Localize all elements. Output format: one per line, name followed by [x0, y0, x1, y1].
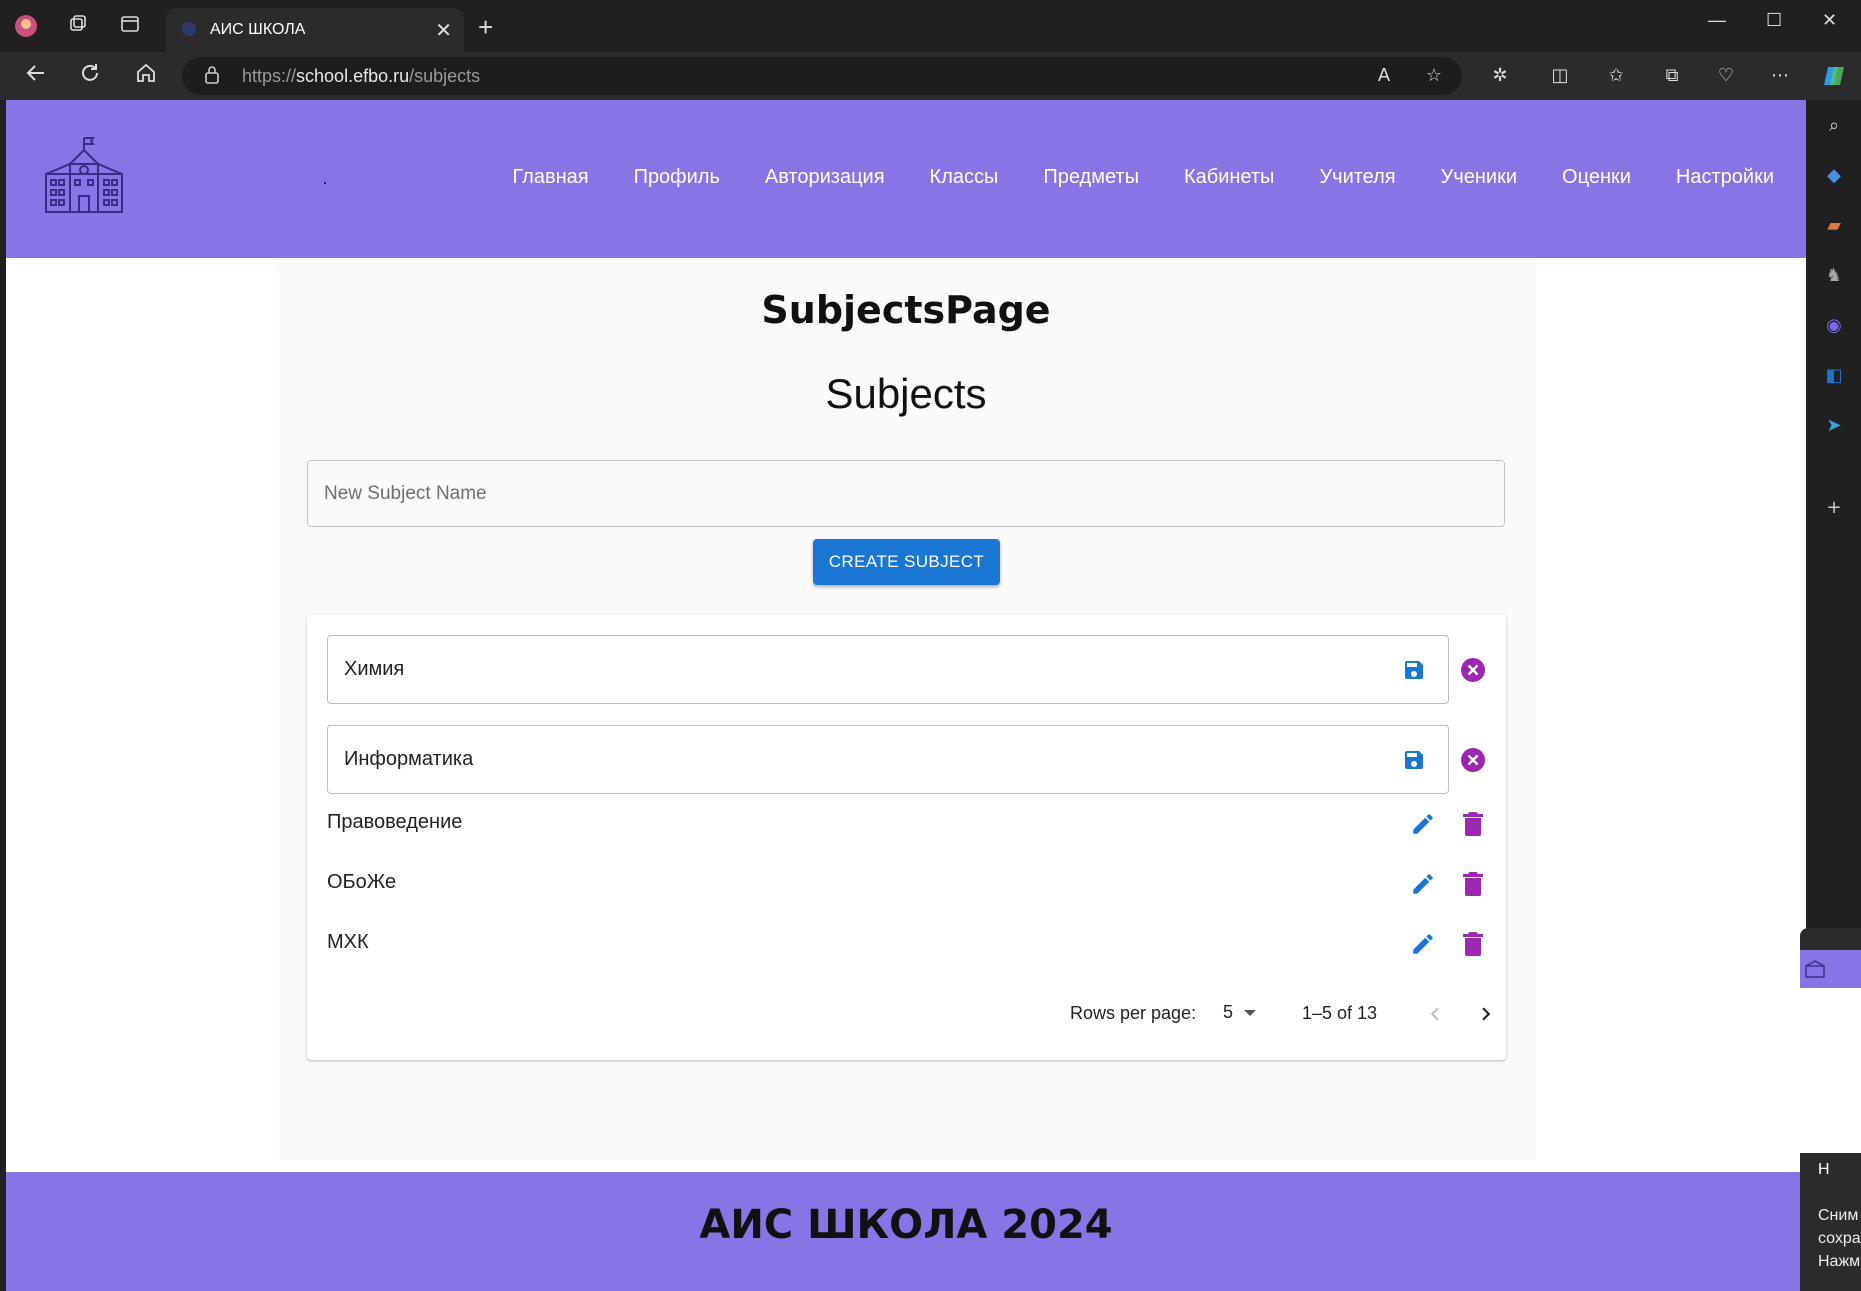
- save-icon[interactable]: [1402, 748, 1426, 772]
- school-logo-icon: [1805, 960, 1825, 978]
- subject-name-label: Правоведение: [327, 811, 463, 833]
- minimize-icon[interactable]: —: [1708, 10, 1726, 31]
- copilot-icon[interactable]: [1822, 64, 1846, 88]
- url-scheme: https://: [242, 66, 297, 86]
- back-icon[interactable]: [22, 62, 50, 90]
- split-screen-icon[interactable]: ◫: [1548, 64, 1572, 88]
- lock-icon[interactable]: [204, 65, 220, 85]
- delete-trash-icon[interactable]: [1462, 811, 1484, 837]
- notification-thumbnail-header: [1800, 928, 1861, 950]
- add-sidebar-app-icon[interactable]: +: [1822, 496, 1846, 520]
- page-title: SubjectsPage: [761, 288, 1051, 332]
- subject-name-label: ОБоЖе: [327, 871, 397, 893]
- tab-favicon-icon: [182, 22, 196, 36]
- nav-settings[interactable]: Настройки: [1676, 166, 1774, 189]
- nav-subjects[interactable]: Предметы: [1043, 166, 1139, 189]
- notification-line: сохра: [1818, 1230, 1861, 1247]
- page-viewport: Главная Профиль Авторизация Классы Предм…: [6, 100, 1806, 1291]
- home-icon[interactable]: [132, 62, 160, 90]
- subject-edit-row: [327, 635, 1449, 704]
- search-icon[interactable]: ⌕: [1822, 114, 1846, 138]
- save-icon[interactable]: [1402, 658, 1426, 682]
- pagination-range: 1–5 of 13: [1302, 1003, 1378, 1023]
- nav-classes[interactable]: Классы: [930, 166, 999, 189]
- telegram-icon[interactable]: ➤: [1822, 414, 1846, 438]
- new-tab-icon[interactable]: +: [478, 12, 493, 43]
- refresh-icon[interactable]: [76, 62, 104, 90]
- main-nav: Главная Профиль Авторизация Классы Предм…: [512, 166, 1774, 189]
- browser-tabbar: АИС ШКОЛА ✕ + — ☐ ✕: [0, 0, 1861, 52]
- subject-name-field[interactable]: [328, 726, 1400, 793]
- edit-pencil-icon[interactable]: [1410, 871, 1436, 897]
- url-text: https://school.efbo.ru/subjects: [242, 66, 480, 87]
- maximize-icon[interactable]: ☐: [1766, 10, 1782, 31]
- shopping-tag-icon[interactable]: ◆: [1822, 164, 1846, 188]
- nav-profile[interactable]: Профиль: [634, 166, 720, 189]
- favorite-star-icon[interactable]: ☆: [1422, 64, 1446, 88]
- cancel-edit-icon[interactable]: [1460, 657, 1486, 683]
- more-menu-icon[interactable]: ⋯: [1768, 64, 1792, 88]
- main-content: SubjectsPage Subjects CREATE SUBJECT: [276, 258, 1536, 1160]
- rows-per-page-label: Rows per page:: [1070, 1003, 1197, 1023]
- edit-pencil-icon[interactable]: [1410, 931, 1436, 957]
- read-aloud-icon[interactable]: A: [1372, 64, 1396, 88]
- subject-name-label: МХК: [327, 931, 369, 953]
- nav-students[interactable]: Ученики: [1441, 166, 1517, 189]
- create-subject-button[interactable]: CREATE SUBJECT: [813, 539, 1000, 585]
- subjects-table: Правоведение ОБоЖе МХК Ro: [307, 615, 1506, 1060]
- tab-title: АИС ШКОЛА: [210, 21, 306, 38]
- notification-title: Н: [1818, 1161, 1830, 1178]
- new-subject-input[interactable]: [307, 460, 1505, 527]
- edit-pencil-icon[interactable]: [1410, 811, 1436, 837]
- tab-actions-icon[interactable]: [118, 14, 142, 38]
- cancel-edit-icon[interactable]: [1460, 747, 1486, 773]
- delete-trash-icon[interactable]: [1462, 871, 1484, 897]
- extensions-icon[interactable]: ✲: [1488, 64, 1512, 88]
- nav-home[interactable]: Главная: [512, 166, 588, 189]
- table-pagination: Rows per page: 5 1–5 of 13: [307, 999, 1506, 1029]
- nav-grades[interactable]: Оценки: [1562, 166, 1631, 189]
- nav-teachers[interactable]: Учителя: [1319, 166, 1395, 189]
- games-icon[interactable]: ♞: [1822, 264, 1846, 288]
- dropdown-arrow-icon: [1244, 1009, 1257, 1016]
- rows-per-page-select[interactable]: 5: [1223, 1002, 1257, 1023]
- workspaces-icon[interactable]: [66, 14, 90, 38]
- subject-edit-row: [327, 725, 1449, 794]
- favorites-icon[interactable]: ✩: [1604, 64, 1628, 88]
- tools-icon[interactable]: ▰: [1822, 214, 1846, 238]
- delete-trash-icon[interactable]: [1462, 931, 1484, 957]
- nav-auth[interactable]: Авторизация: [765, 166, 885, 189]
- rows-per-page-value: 5: [1223, 1002, 1234, 1022]
- notification-text: Н Сним сохра Нажм: [1800, 1153, 1861, 1291]
- browser-essentials-icon[interactable]: ♡: [1714, 64, 1738, 88]
- url-path: /subjects: [409, 66, 481, 86]
- notification-line: Нажм: [1818, 1253, 1861, 1270]
- notification-line: Сним: [1818, 1207, 1859, 1224]
- section-title: Subjects: [825, 370, 987, 417]
- collections-icon[interactable]: ⧉: [1660, 64, 1684, 88]
- notification-thumbnail-banner: [1800, 950, 1861, 988]
- next-page-icon[interactable]: [1473, 1001, 1499, 1027]
- subject-name-field[interactable]: [328, 636, 1400, 703]
- nav-cabinets[interactable]: Кабинеты: [1184, 166, 1274, 189]
- active-tab[interactable]: АИС ШКОЛА ✕: [166, 8, 464, 52]
- previous-page-icon[interactable]: [1422, 1001, 1448, 1027]
- address-bar[interactable]: https://school.efbo.ru/subjects A ☆: [182, 57, 1462, 95]
- profile-avatar-icon[interactable]: [14, 14, 38, 38]
- footer-text: АИС ШКОЛА 2024: [699, 1202, 1113, 1248]
- outlook-icon[interactable]: ◧: [1822, 364, 1846, 388]
- school-logo-icon[interactable]: [42, 134, 126, 216]
- copilot-sidebar-icon[interactable]: ◉: [1822, 314, 1846, 338]
- site-footer: АИС ШКОЛА 2024: [6, 1172, 1806, 1291]
- header-dot: [324, 182, 326, 184]
- site-header: Главная Профиль Авторизация Классы Предм…: [6, 100, 1806, 258]
- url-host: school.efbo.ru: [296, 66, 410, 86]
- window-close-icon[interactable]: ✕: [1822, 10, 1837, 31]
- screenshot-notification[interactable]: Н Сним сохра Нажм: [1800, 928, 1861, 1291]
- tab-close-icon[interactable]: ✕: [435, 18, 452, 42]
- browser-toolbar: https://school.efbo.ru/subjects A ☆ ✲ ◫ …: [0, 52, 1861, 100]
